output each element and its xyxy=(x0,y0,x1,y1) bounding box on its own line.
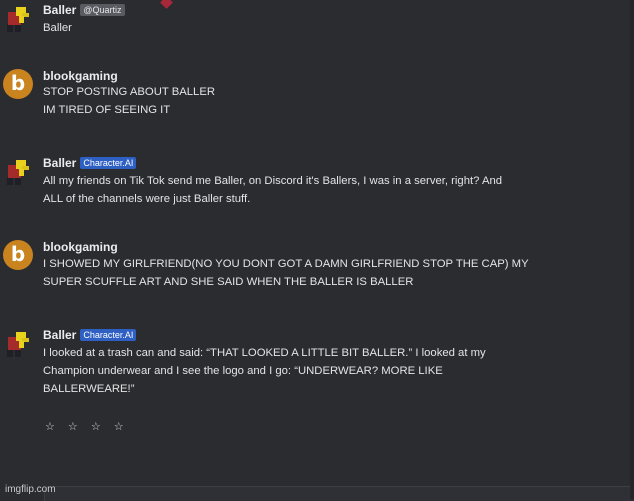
baller-avatar[interactable] xyxy=(3,157,33,187)
message-line: STOP POSTING ABOUT BALLER xyxy=(43,86,216,98)
message-line: BALLERWEARE!” xyxy=(43,383,135,395)
baller-character-icon xyxy=(7,160,29,185)
blookgaming-avatar[interactable]: b xyxy=(3,69,33,99)
author-tag: @Quartiz xyxy=(80,4,125,16)
message-text: I SHOWED MY GIRLFRIEND(NO YOU DONT GOT A… xyxy=(43,255,568,291)
message-text: Baller xyxy=(43,19,568,37)
author-name[interactable]: blookgaming xyxy=(43,69,118,83)
author-name[interactable]: Baller xyxy=(43,328,76,342)
author-name[interactable]: Baller xyxy=(43,3,76,17)
blookgaming-avatar[interactable]: b xyxy=(3,240,33,270)
author-name[interactable]: blookgaming xyxy=(43,240,118,254)
message-line: ALL of the channels were just Baller stu… xyxy=(43,193,251,205)
character-ai-badge: Character.AI xyxy=(80,157,137,169)
character-ai-badge: Character.AI xyxy=(80,329,137,341)
message-line: SUPER SCUFFLE ART AND SHE SAID WHEN THE … xyxy=(43,276,414,288)
baller-character-icon xyxy=(7,332,29,357)
star-rating[interactable]: ☆ ☆ ☆ ☆ xyxy=(45,420,129,433)
red-diamond-icon xyxy=(160,0,173,9)
scrollbar[interactable] xyxy=(630,0,634,499)
baller-character-icon xyxy=(7,7,29,32)
message-line: Champion underwear and I see the logo an… xyxy=(43,365,443,377)
message-line: I SHOWED MY GIRLFRIEND(NO YOU DONT GOT A… xyxy=(43,258,529,270)
imgflip-watermark: imgflip.com xyxy=(5,484,56,495)
message-text: I looked at a trash can and said: “THAT … xyxy=(43,344,568,398)
baller-avatar[interactable] xyxy=(3,329,33,359)
baller-avatar[interactable] xyxy=(3,4,33,34)
message-line: I looked at a trash can and said: “THAT … xyxy=(43,347,486,359)
message-line: All my friends on Tik Tok send me Baller… xyxy=(43,175,503,187)
author-name[interactable]: Baller xyxy=(43,156,76,170)
message-line: Baller xyxy=(43,22,72,34)
message-line: IM TIRED OF SEEING IT xyxy=(43,104,171,116)
message-text: STOP POSTING ABOUT BALLER IM TIRED OF SEE… xyxy=(43,83,568,119)
message-text: All my friends on Tik Tok send me Baller… xyxy=(43,172,568,208)
